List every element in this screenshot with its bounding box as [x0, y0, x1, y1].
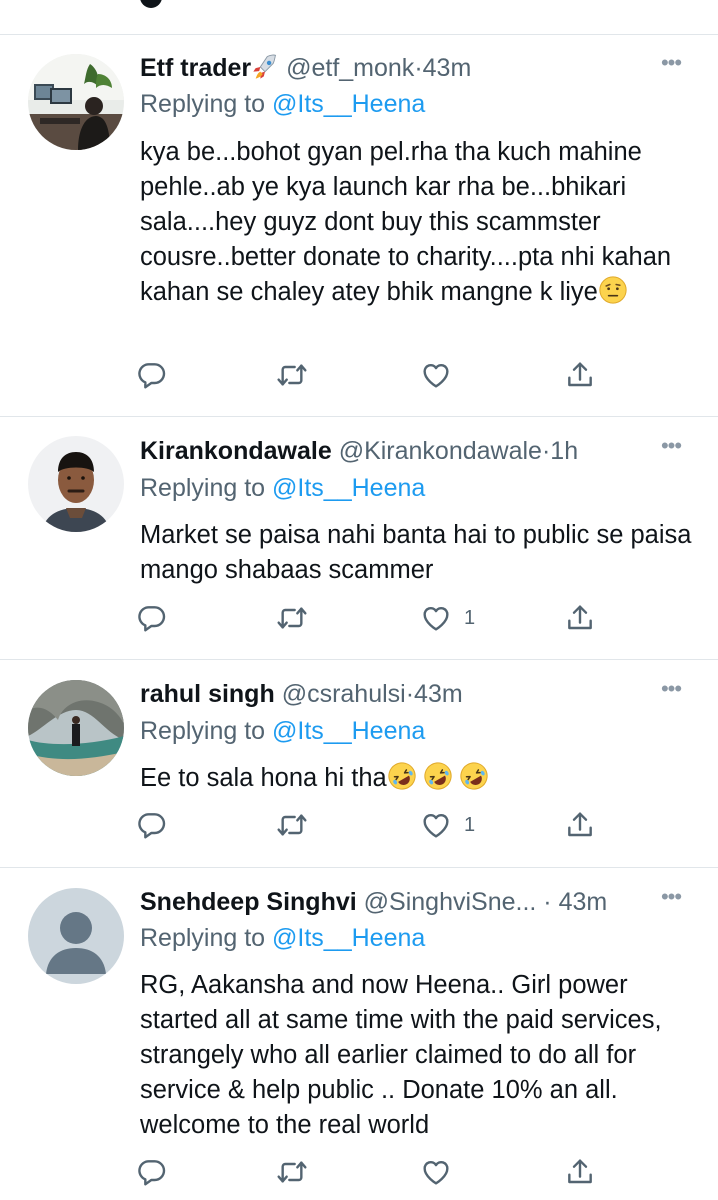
action-bar: 1	[136, 600, 606, 636]
like-button[interactable]: 1	[420, 807, 475, 843]
replying-to-label: Replying to	[140, 90, 266, 118]
avatar[interactable]	[28, 436, 124, 532]
separator-dot: ·	[536, 888, 559, 916]
retweet-icon	[276, 809, 308, 841]
reply-button[interactable]	[136, 357, 168, 393]
tweet-text-content: kya be...bohot gyan pel.rha tha kuch mah…	[140, 138, 672, 306]
share-button[interactable]	[564, 807, 596, 843]
more-options-icon[interactable]: •••	[654, 52, 688, 87]
action-bar	[136, 1154, 606, 1190]
more-options-icon[interactable]: •••	[654, 435, 688, 470]
avatar[interactable]	[28, 680, 124, 776]
reply-icon	[136, 602, 168, 634]
avatar[interactable]	[28, 54, 124, 150]
username[interactable]: @etf_monk	[286, 54, 414, 82]
timestamp[interactable]: 1h	[550, 437, 578, 465]
retweet-button[interactable]	[276, 807, 308, 843]
like-count: 1	[464, 606, 476, 629]
mention-link[interactable]: @Its__Heena	[272, 90, 425, 118]
share-button[interactable]	[564, 357, 596, 393]
share-icon	[564, 809, 596, 841]
replying-to: Replying to @Its__Heena	[140, 714, 425, 748]
replying-to-label: Replying to	[140, 924, 266, 952]
mention-link[interactable]: @Its__Heena	[272, 924, 425, 952]
reply-icon	[136, 809, 168, 841]
rofl-emoji-icon	[423, 761, 453, 801]
like-button[interactable]: 1	[420, 600, 475, 636]
retweet-button[interactable]	[276, 1154, 308, 1190]
username[interactable]: @SinghviSne...	[364, 888, 537, 916]
retweet-button[interactable]	[276, 357, 308, 393]
more-options-icon[interactable]: •••	[654, 886, 688, 921]
replying-to: Replying to @Its__Heena	[140, 921, 425, 955]
timestamp[interactable]: 43m	[414, 680, 463, 708]
display-name[interactable]: Snehdeep Singhvi	[140, 888, 357, 916]
share-icon	[564, 602, 596, 634]
share-button[interactable]	[564, 1154, 596, 1190]
share-icon	[564, 359, 596, 391]
retweet-icon	[276, 1156, 308, 1188]
reply-tweet-etf-trader[interactable]: Etf trader @etf_monk·43m ••• Replying to…	[0, 35, 718, 417]
username[interactable]: @csrahulsi	[282, 680, 406, 708]
reply-tweet-kirankondawale[interactable]: Kirankondawale @Kirankondawale·1h ••• Re…	[0, 417, 718, 660]
like-count: 1	[464, 813, 476, 836]
reply-button[interactable]	[136, 1154, 168, 1190]
share-icon	[564, 1156, 596, 1188]
separator-dot: ·	[405, 680, 415, 708]
previous-content-edge	[0, 0, 718, 35]
like-button[interactable]	[420, 357, 464, 393]
display-name[interactable]: Kirankondawale	[140, 437, 332, 465]
separator-dot: ·	[414, 54, 423, 82]
more-options-icon[interactable]: •••	[654, 678, 688, 713]
retweet-icon	[276, 602, 308, 634]
username[interactable]: @Kirankondawale	[339, 437, 542, 465]
retweet-icon	[276, 359, 308, 391]
rofl-emoji-icon	[459, 761, 489, 801]
replying-to: Replying to @Its__Heena	[140, 471, 425, 505]
reply-tweet-rahul-singh[interactable]: rahul singh @csrahulsi·43m ••• Replying …	[0, 660, 718, 868]
timestamp[interactable]: 43m	[423, 54, 472, 82]
like-icon	[420, 359, 452, 391]
default-avatar[interactable]	[28, 888, 124, 984]
replying-to: Replying to @Its__Heena	[140, 87, 425, 121]
tweet-text: RG, Aakansha and now Heena.. Girl power …	[140, 971, 662, 1139]
replying-to-label: Replying to	[140, 717, 266, 745]
replying-to-label: Replying to	[140, 474, 266, 502]
action-bar: 1	[136, 807, 606, 843]
like-icon	[420, 809, 452, 841]
reply-button[interactable]	[136, 600, 168, 636]
display-name[interactable]: Etf trader	[140, 54, 251, 82]
tweet-text: Ee to sala hona hi tha	[140, 761, 692, 801]
raised-eyebrow-emoji-icon	[598, 275, 628, 315]
reply-tweet-snehdeep-singhvi[interactable]: Snehdeep Singhvi @SinghviSne... · 43m ••…	[0, 868, 718, 1200]
tweet-text-content: Ee to sala hona hi tha	[140, 764, 387, 792]
reply-icon	[136, 1156, 168, 1188]
like-icon	[420, 1156, 452, 1188]
tweet-text: kya be...bohot gyan pel.rha tha kuch mah…	[140, 135, 692, 315]
action-bar	[136, 357, 606, 393]
retweet-button[interactable]	[276, 600, 308, 636]
tweet-text: Market se paisa nahi banta hai to public…	[140, 521, 692, 584]
mention-link[interactable]: @Its__Heena	[272, 474, 425, 502]
like-icon	[420, 602, 452, 634]
timestamp[interactable]: 43m	[559, 888, 608, 916]
like-button[interactable]	[420, 1154, 464, 1190]
share-button[interactable]	[564, 600, 596, 636]
reply-icon	[136, 359, 168, 391]
rocket-icon	[251, 53, 279, 90]
display-name[interactable]: rahul singh	[140, 680, 275, 708]
reply-button[interactable]	[136, 807, 168, 843]
rofl-emoji-icon	[387, 761, 417, 801]
mention-link[interactable]: @Its__Heena	[272, 717, 425, 745]
